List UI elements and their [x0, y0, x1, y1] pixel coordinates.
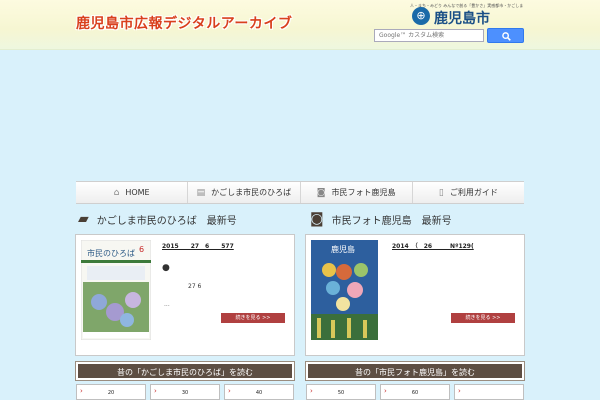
photo-year-button[interactable]: › — [454, 384, 524, 400]
nav-hiroba[interactable]: ▤ かごしま市民のひろば — [188, 182, 301, 203]
photo-latest-card: 鹿児島 2014 （ 26 Nº129( 続きを見る >> — [305, 234, 525, 356]
nav-guide-label: ご利用ガイド — [449, 188, 498, 197]
hiroba-bullet: ● — [162, 263, 170, 273]
hiroba-year-button[interactable]: › 30 — [150, 384, 220, 400]
main-nav: ⌂ HOME ▤ かごしま市民のひろば ◙ 市民フォト鹿児島 ▯ ご利用ガイド — [76, 181, 524, 204]
hiroba-more-button[interactable]: 続きを見る >> — [221, 313, 285, 323]
city-emblem-icon: ⊕ — [412, 7, 430, 25]
thumb-title: 鹿児島 — [331, 244, 355, 254]
logo-text: 鹿児島市 — [434, 11, 490, 27]
thumb-issue: 6 — [139, 245, 144, 254]
photo-issue-date[interactable]: 2014 （ 26 Nº129( — [392, 241, 474, 250]
hiroba-archive-button[interactable]: 昔の「かごしま市民のひろば」を読む — [75, 361, 295, 381]
nav-home[interactable]: ⌂ HOME — [76, 182, 189, 203]
hiroba-line: 27 6 — [188, 283, 202, 290]
nav-photo-label: 市民フォト鹿児島 — [331, 188, 396, 197]
home-icon: ⌂ — [113, 187, 120, 198]
search-icon — [502, 32, 511, 41]
photo-year-button[interactable]: › 50 — [306, 384, 376, 400]
hiroba-latest-card: 市民のひろば 6 2015 27 6 577 ● 27 6 ... 続きを見る … — [75, 234, 295, 356]
magazine-icon: ▤ — [196, 187, 206, 198]
hiroba-year-button[interactable]: › 40 — [224, 384, 294, 400]
year-label: 20 — [107, 390, 115, 396]
site-header: 鹿児島市広報デジタルアーカイブ 人・まち・みどり みんなで創る「豊かさ」実感都市… — [0, 0, 600, 50]
chevron-right-icon: › — [458, 387, 461, 395]
photo-heading: ◙ 市民フォト鹿児島 最新号 — [310, 210, 452, 228]
hiroba-heading-text: かごしま市民のひろば 最新号 — [96, 215, 237, 227]
thumb-title: 市民のひろば — [87, 248, 135, 258]
photo-year-button[interactable]: › 60 — [380, 384, 450, 400]
magazine-icon: ▰ — [78, 211, 89, 227]
search-button[interactable] — [487, 28, 524, 43]
photo-cover-thumbnail[interactable]: 鹿児島 — [311, 240, 378, 340]
nav-hiroba-label: かごしま市民のひろば — [211, 188, 292, 197]
nav-photo[interactable]: ◙ 市民フォト鹿児島 — [301, 182, 413, 203]
nav-guide[interactable]: ▯ ご利用ガイド — [413, 182, 524, 203]
year-label: 40 — [255, 390, 263, 396]
hiroba-issue-date[interactable]: 2015 27 6 577 — [162, 241, 234, 250]
photo-more-button[interactable]: 続きを見る >> — [451, 313, 515, 323]
year-label: 30 — [181, 390, 189, 396]
hiroba-ellipsis: ... — [164, 301, 170, 308]
camera-icon: ◙ — [310, 211, 324, 227]
city-logo[interactable]: 人・まち・みどり みんなで創る「豊かさ」実感都市・かごしま ⊕ 鹿児島市 — [410, 3, 526, 27]
guide-icon: ▯ — [438, 187, 444, 198]
search-input[interactable] — [374, 29, 484, 42]
year-label: 60 — [411, 390, 419, 396]
photo-heading-text: 市民フォト鹿児島 最新号 — [331, 215, 452, 227]
nav-home-label: HOME — [125, 188, 150, 197]
site-title[interactable]: 鹿児島市広報デジタルアーカイブ — [76, 13, 292, 33]
hiroba-cover-thumbnail[interactable]: 市民のひろば 6 — [81, 240, 151, 340]
camera-icon: ◙ — [316, 187, 326, 198]
hiroba-year-button[interactable]: › 20 — [76, 384, 146, 400]
hiroba-heading: ▰ かごしま市民のひろば 最新号 — [78, 210, 237, 228]
photo-archive-button[interactable]: 昔の「市民フォト鹿児島」を読む — [305, 361, 525, 381]
year-label: 50 — [337, 390, 345, 396]
